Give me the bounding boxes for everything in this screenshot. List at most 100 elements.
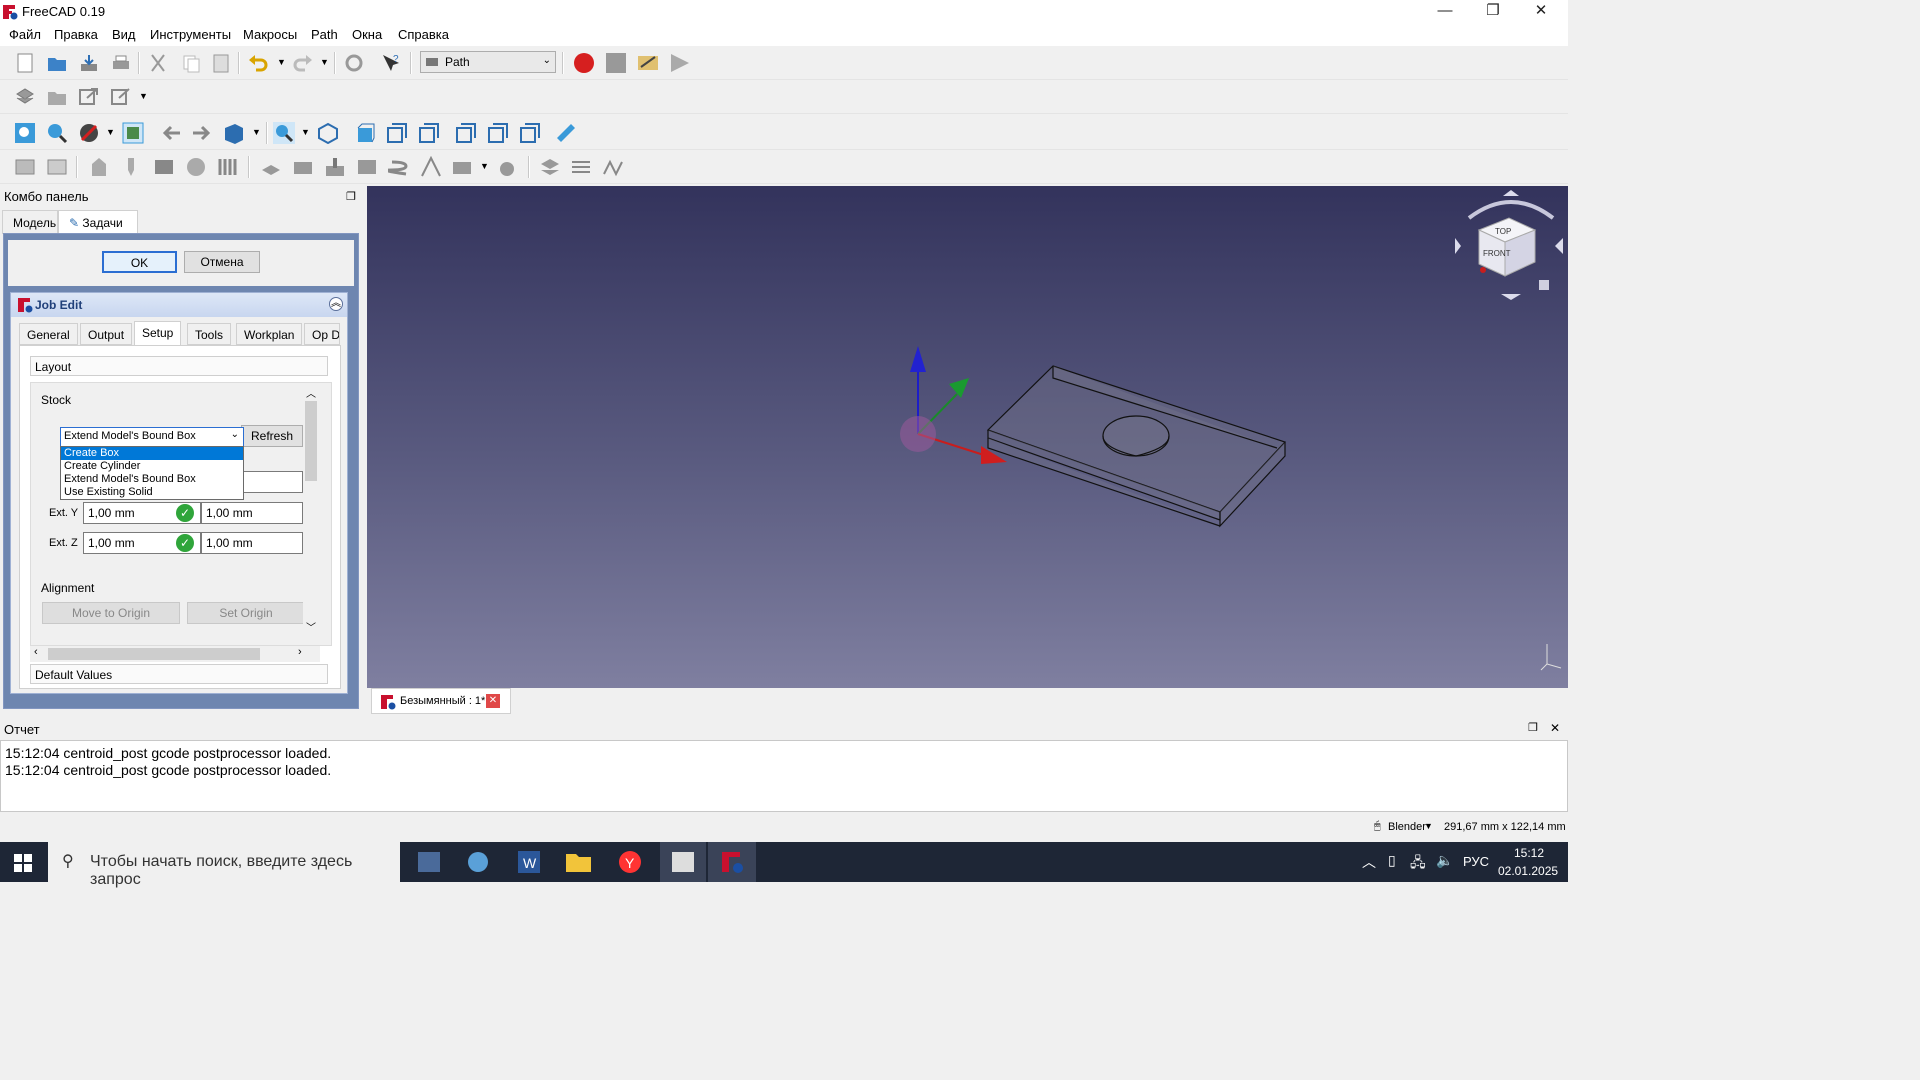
left-view-icon[interactable] bbox=[519, 122, 541, 144]
tray-volume-icon[interactable]: 🔈 bbox=[1436, 852, 1453, 869]
stock-type-select[interactable]: Extend Model's Bound Box ⌄ bbox=[60, 427, 244, 447]
macro-edit-icon[interactable] bbox=[637, 52, 659, 74]
waterline-icon[interactable] bbox=[570, 156, 592, 178]
menu-file[interactable]: Файл bbox=[9, 27, 41, 42]
scrollbar-thumb[interactable] bbox=[305, 401, 317, 481]
menu-help[interactable]: Справка bbox=[398, 27, 449, 42]
collapse-icon[interactable]: ︽ bbox=[329, 297, 343, 311]
float-panel-icon[interactable]: ❐ bbox=[346, 190, 356, 203]
windows-start-icon[interactable] bbox=[14, 854, 32, 872]
sync-view-icon[interactable] bbox=[223, 122, 245, 144]
engrave-icon[interactable] bbox=[420, 156, 442, 178]
close-panel-icon[interactable]: ✕ bbox=[1550, 721, 1560, 735]
print-icon[interactable] bbox=[110, 52, 132, 74]
horizontal-scrollbar[interactable]: ‹ › bbox=[30, 646, 320, 662]
forward-arrow-icon[interactable] bbox=[191, 122, 213, 144]
macro-record-icon[interactable] bbox=[573, 52, 595, 74]
menu-view[interactable]: Вид bbox=[112, 27, 136, 42]
scroll-left-icon[interactable]: ‹ bbox=[34, 646, 38, 658]
default-values-section-header[interactable]: Default Values bbox=[30, 664, 328, 684]
yandex-browser-app-icon[interactable]: Y bbox=[606, 842, 654, 882]
inspect-icon[interactable] bbox=[46, 156, 68, 178]
menu-edit[interactable]: Правка bbox=[54, 27, 98, 42]
isometric-view-icon[interactable] bbox=[317, 122, 339, 144]
tab-general[interactable]: General bbox=[19, 323, 78, 345]
file-explorer-app-icon[interactable] bbox=[554, 842, 602, 882]
post-dropdown-icon[interactable]: ▼ bbox=[139, 91, 148, 101]
right-view-icon[interactable] bbox=[418, 122, 440, 144]
redo-icon[interactable] bbox=[292, 52, 314, 74]
tray-time[interactable]: 15:12 bbox=[1514, 846, 1544, 860]
dressup-icon[interactable] bbox=[451, 156, 473, 178]
dressup-dropdown-icon[interactable]: ▼ bbox=[480, 161, 489, 171]
fit-selection-icon[interactable] bbox=[46, 122, 68, 144]
nav-style-dropdown-icon[interactable]: ▼ bbox=[1424, 821, 1433, 831]
workbench-selector[interactable]: Path ⌄ bbox=[420, 51, 556, 73]
menu-tools[interactable]: Инструменты bbox=[150, 27, 231, 42]
ok-button[interactable]: OK bbox=[102, 251, 177, 273]
standard-views-icon[interactable] bbox=[273, 122, 295, 144]
helix-icon[interactable] bbox=[388, 156, 410, 178]
3d-viewport[interactable]: TOP FRONT bbox=[367, 186, 1568, 688]
menu-path[interactable]: Path bbox=[311, 27, 338, 42]
sphere-icon[interactable] bbox=[185, 156, 207, 178]
save-icon[interactable] bbox=[78, 52, 100, 74]
navigation-cube[interactable]: TOP FRONT bbox=[1455, 190, 1567, 302]
video-editor-app-icon[interactable] bbox=[660, 842, 706, 882]
tray-date[interactable]: 02.01.2025 bbox=[1498, 864, 1558, 878]
undo-dropdown-icon[interactable]: ▼ bbox=[277, 57, 286, 67]
tray-language[interactable]: РУС bbox=[1463, 854, 1489, 869]
draw-style-dropdown-icon[interactable]: ▼ bbox=[106, 127, 115, 137]
slot-icon[interactable] bbox=[602, 156, 624, 178]
scroll-up-icon[interactable]: ︿ bbox=[306, 385, 316, 400]
standard-views-dropdown-icon[interactable]: ▼ bbox=[301, 127, 310, 137]
redo-dropdown-icon[interactable]: ▼ bbox=[320, 57, 329, 67]
scroll-right-icon[interactable]: › bbox=[298, 646, 302, 658]
sync-dropdown-icon[interactable]: ▼ bbox=[252, 127, 261, 137]
cancel-button[interactable]: Отмена bbox=[184, 251, 260, 273]
copy-icon[interactable] bbox=[180, 52, 202, 74]
float-panel-icon[interactable]: ❐ bbox=[1528, 721, 1538, 734]
job-edit-header[interactable]: Job Edit ︽ bbox=[11, 293, 347, 317]
stock-option-create-cylinder[interactable]: Create Cylinder bbox=[61, 460, 243, 473]
draw-style-icon[interactable] bbox=[78, 122, 100, 144]
bounding-box-icon[interactable] bbox=[122, 122, 144, 144]
macro-stop-icon[interactable] bbox=[605, 52, 627, 74]
export-icon[interactable] bbox=[78, 86, 100, 108]
vertical-scrollbar[interactable]: ︿ ﹀ bbox=[303, 383, 319, 645]
tab-setup[interactable]: Setup bbox=[134, 321, 182, 345]
job-setup-icon[interactable] bbox=[14, 156, 36, 178]
refresh-icon[interactable] bbox=[343, 52, 365, 74]
front-view-icon[interactable] bbox=[354, 122, 376, 144]
tab-tools[interactable]: Tools bbox=[187, 323, 232, 345]
cut-icon[interactable] bbox=[147, 52, 169, 74]
pocket-icon[interactable] bbox=[292, 156, 314, 178]
freecad-app-icon[interactable] bbox=[708, 842, 756, 882]
rear-view-icon[interactable] bbox=[455, 122, 477, 144]
top-view-icon[interactable] bbox=[386, 122, 408, 144]
fit-all-icon[interactable] bbox=[14, 122, 36, 144]
undo-icon[interactable] bbox=[247, 52, 269, 74]
menu-macros[interactable]: Макросы bbox=[243, 27, 297, 42]
refresh-button[interactable]: Refresh bbox=[241, 425, 303, 447]
stock-icon[interactable] bbox=[153, 156, 175, 178]
drilling-icon[interactable] bbox=[324, 156, 346, 178]
move-to-origin-button[interactable]: Move to Origin bbox=[42, 602, 180, 624]
ext-z-pos-field[interactable]: 1,00 mm bbox=[201, 532, 303, 554]
menu-windows[interactable]: Окна bbox=[352, 27, 382, 42]
tray-battery-icon[interactable]: ▯ bbox=[1388, 852, 1396, 869]
adaptive-icon[interactable] bbox=[496, 156, 518, 178]
paste-icon[interactable] bbox=[210, 52, 232, 74]
tab-output[interactable]: Output bbox=[80, 323, 133, 345]
document-tab[interactable]: Безымянный : 1* ✕ bbox=[371, 688, 511, 714]
tool-bit-icon[interactable] bbox=[120, 156, 142, 178]
minimize-button[interactable]: — bbox=[1422, 0, 1468, 24]
macro-run-icon[interactable] bbox=[669, 52, 691, 74]
browser-app-icon[interactable] bbox=[454, 842, 502, 882]
tab-tasks[interactable]: ✎ Задачи bbox=[58, 210, 138, 234]
stock-option-create-box[interactable]: Create Box bbox=[61, 447, 243, 460]
bottom-view-icon[interactable] bbox=[487, 122, 509, 144]
whats-this-icon[interactable]: ? bbox=[380, 52, 402, 74]
taskbar-search-box[interactable]: ⚲ Чтобы начать поиск, введите здесь запр… bbox=[48, 842, 400, 888]
job-icon[interactable] bbox=[14, 86, 36, 108]
